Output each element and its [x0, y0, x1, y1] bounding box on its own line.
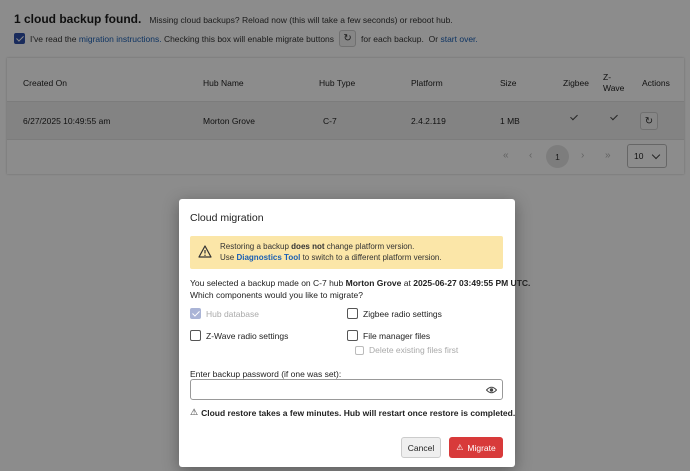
platform-warning: Restoring a backup does not change platf… [190, 236, 503, 269]
components-question: Which components would you like to migra… [190, 290, 363, 300]
restore-note-text: Cloud restore takes a few minutes. Hub w… [201, 407, 516, 418]
warning-text: Restoring a backup does not change platf… [220, 241, 442, 263]
cloud-migration-dialog: Cloud migration Restoring a backup does … [179, 199, 530, 467]
password-label: Enter backup password (if one was set): [190, 369, 342, 379]
zwave-checkbox[interactable] [190, 330, 201, 341]
warning-line2-suffix: to switch to a different platform versio… [302, 253, 442, 262]
dialog-title: Cloud migration [190, 212, 264, 224]
cancel-button[interactable]: Cancel [401, 437, 441, 458]
delete-existing-label: Delete existing files first [369, 345, 459, 355]
zigbee-label: Zigbee radio settings [363, 308, 442, 319]
diagnostics-tool-link[interactable]: Diagnostics Tool [236, 253, 300, 262]
password-input[interactable] [190, 379, 503, 400]
delete-existing-checkbox[interactable] [355, 345, 364, 355]
file-manager-checkbox[interactable] [347, 330, 358, 341]
option-delete-existing[interactable]: Delete existing files first [355, 345, 458, 355]
warning-line1-prefix: Restoring a backup [220, 242, 289, 251]
info-hub-name: Morton Grove [345, 278, 402, 288]
warning-icon: ⚠ [190, 407, 199, 417]
warning-line1-suffix: change platform version. [326, 242, 415, 251]
file-manager-label: File manager files [363, 330, 431, 341]
warning-line1-bold: does not [291, 242, 325, 251]
eye-icon[interactable] [486, 385, 497, 395]
migrate-button[interactable]: ⚠ Migrate [449, 437, 503, 458]
option-zigbee[interactable]: Zigbee radio settings [347, 308, 442, 319]
zigbee-checkbox[interactable] [347, 308, 358, 319]
option-hub-database[interactable]: Hub database [190, 308, 259, 319]
hub-database-label: Hub database [206, 308, 259, 319]
restore-note: ⚠ Cloud restore takes a few minutes. Hub… [190, 407, 515, 418]
option-file-manager[interactable]: File manager files [347, 330, 430, 341]
option-zwave[interactable]: Z-Wave radio settings [190, 330, 288, 341]
cancel-label: Cancel [407, 442, 435, 453]
info-date: 2025-06-27 03:49:55 PM UTC. [413, 278, 531, 288]
warning-icon [198, 245, 212, 258]
warning-icon: ⚠ [456, 443, 464, 452]
backup-info: You selected a backup made on C-7 hub Mo… [190, 277, 530, 301]
hub-database-checkbox[interactable] [190, 308, 201, 319]
warning-line2-prefix: Use [220, 253, 235, 262]
migrate-label: Migrate [467, 442, 496, 453]
zwave-label: Z-Wave radio settings [206, 330, 289, 341]
info-at: at [403, 278, 411, 288]
info-prefix: You selected a backup made on C-7 hub [190, 278, 344, 288]
